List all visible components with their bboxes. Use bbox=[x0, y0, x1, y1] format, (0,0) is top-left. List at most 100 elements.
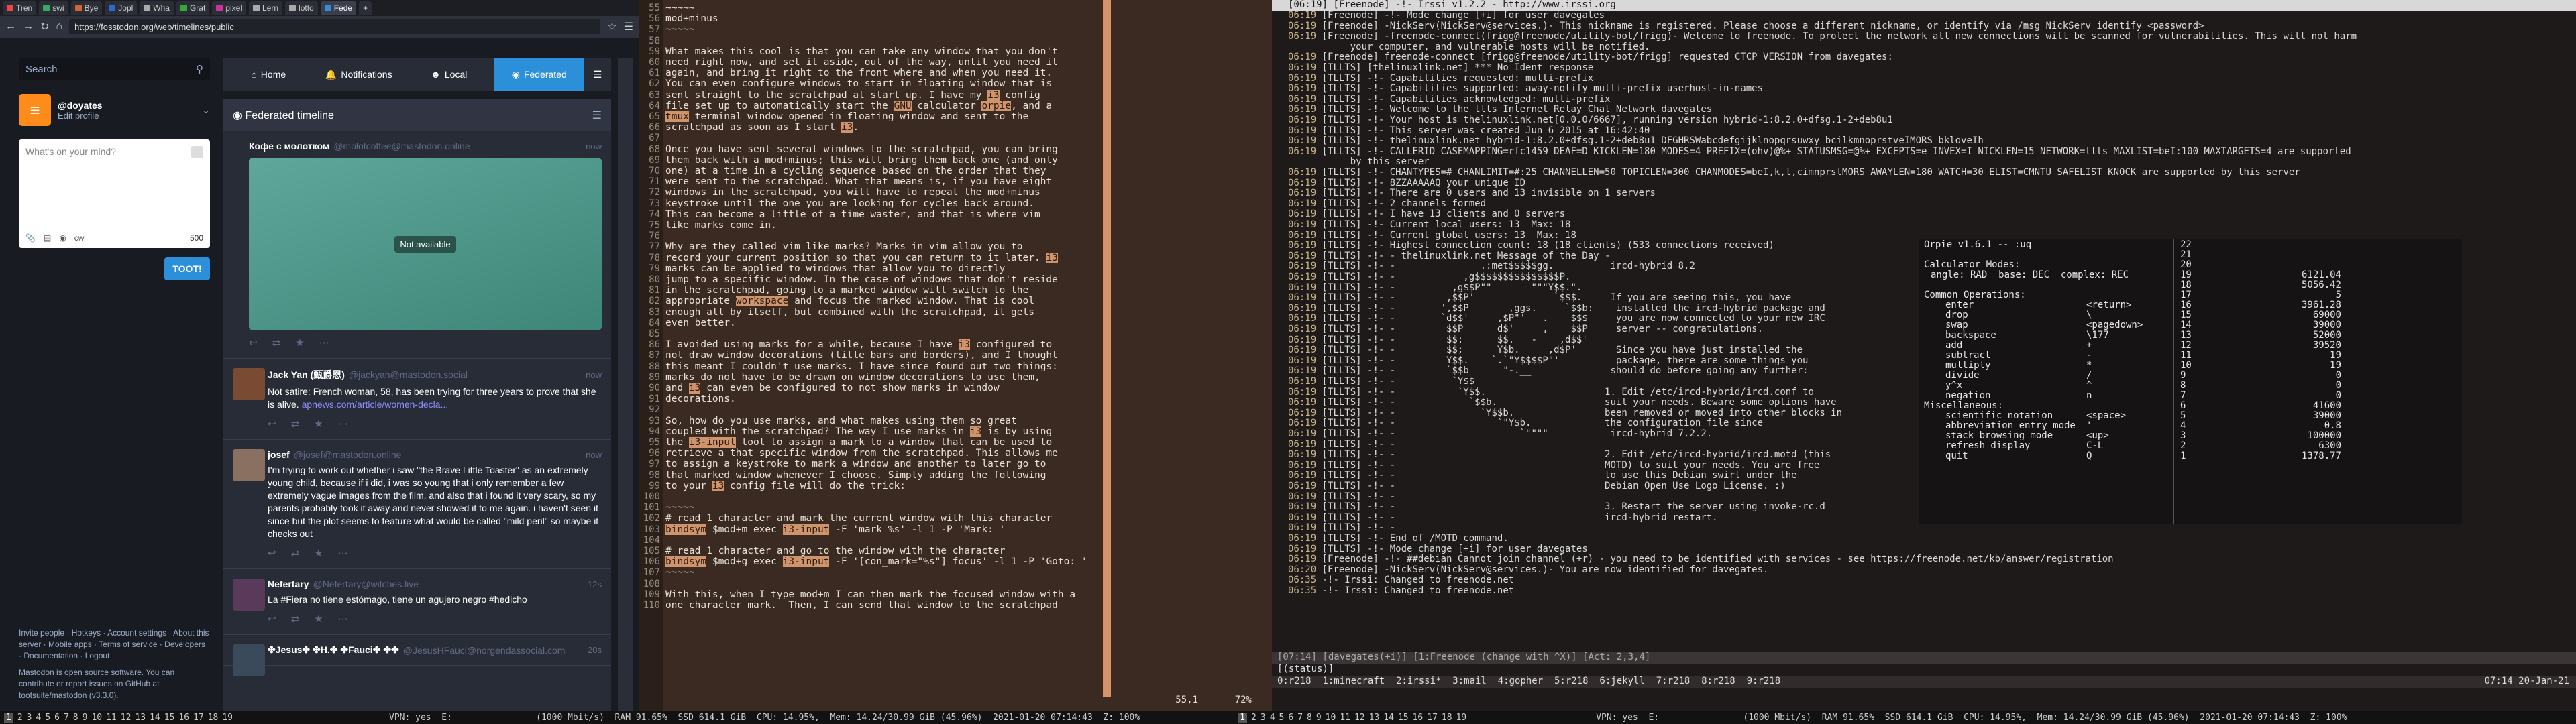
edit-profile-link[interactable]: Edit profile bbox=[58, 111, 195, 121]
status-time[interactable]: 12s bbox=[588, 579, 602, 589]
boost-icon[interactable]: ⇄ bbox=[272, 337, 281, 349]
workspace-button[interactable]: 4 bbox=[36, 713, 41, 723]
browser-tab[interactable]: Jopl bbox=[105, 1, 138, 15]
content-warning-button[interactable]: cw bbox=[74, 233, 85, 243]
boost-icon[interactable]: ⇄ bbox=[291, 418, 300, 430]
tab-notifications[interactable]: 🔔 Notifications bbox=[314, 58, 405, 91]
workspace-button[interactable]: 5 bbox=[1279, 713, 1285, 723]
forward-icon[interactable]: → bbox=[23, 21, 34, 33]
more-icon[interactable]: ⋯ bbox=[338, 418, 348, 430]
poll-icon[interactable]: ▤ bbox=[44, 233, 51, 243]
toot-button[interactable]: TOOT! bbox=[164, 257, 210, 280]
status-time[interactable]: now bbox=[586, 141, 602, 152]
workspace-button[interactable]: 17 bbox=[1427, 713, 1438, 723]
workspace-button[interactable]: 14 bbox=[150, 713, 160, 723]
search-input[interactable]: Search ⚲ bbox=[19, 58, 210, 80]
workspace-button[interactable]: 17 bbox=[193, 713, 204, 723]
workspace-button[interactable]: 2 bbox=[1251, 713, 1256, 723]
workspace-button[interactable]: 3 bbox=[27, 713, 32, 723]
status-time[interactable]: 20s bbox=[588, 645, 602, 655]
new-tab-icon[interactable]: + bbox=[359, 1, 372, 15]
back-icon[interactable]: ← bbox=[5, 21, 16, 33]
profile-name[interactable]: @doyates bbox=[58, 100, 195, 111]
browser-tab[interactable]: lotto bbox=[285, 1, 318, 15]
irssi-prompt[interactable]: [(status)] bbox=[1272, 664, 2576, 676]
workspace-button[interactable]: 6 bbox=[54, 713, 60, 723]
workspace-button[interactable]: 19 bbox=[222, 713, 233, 723]
workspace-button[interactable]: 2 bbox=[17, 713, 23, 723]
status-author[interactable]: Jack Yan (甄爵恩) bbox=[268, 368, 345, 381]
footer-nav[interactable]: Invite people · Hotkeys · Account settin… bbox=[19, 627, 210, 662]
browser-tab[interactable]: pixel bbox=[212, 1, 246, 15]
browser-tab[interactable]: Wha bbox=[140, 1, 174, 15]
hamburger-icon[interactable]: ☰ bbox=[584, 58, 611, 91]
workspace-button[interactable]: 9 bbox=[83, 713, 88, 723]
workspace-button[interactable]: 16 bbox=[178, 713, 189, 723]
attach-icon[interactable]: 📎 bbox=[25, 233, 36, 243]
browser-tab[interactable]: Grat bbox=[176, 1, 210, 15]
chevron-down-icon[interactable]: ⌄ bbox=[202, 105, 210, 116]
status-card[interactable]: ✤Jesus✤ ✤H.✤ ✤Fauci✤ ✤✤ @JesusHFauci@norg… bbox=[223, 635, 611, 676]
browser-tab[interactable]: Tren bbox=[3, 1, 37, 15]
compose-form[interactable]: What's on your mind? 📎 ▤ ◉ cw 500 bbox=[19, 139, 210, 248]
workspace-button[interactable]: 5 bbox=[45, 713, 50, 723]
boost-icon[interactable]: ⇄ bbox=[291, 547, 300, 559]
sliders-icon[interactable]: ☰ bbox=[592, 109, 602, 122]
workspace-button[interactable]: 1 bbox=[4, 712, 13, 723]
workspace-button[interactable]: 11 bbox=[1340, 713, 1350, 723]
workspace-button[interactable]: 16 bbox=[1413, 713, 1424, 723]
tmux-windows[interactable]: 0:r218 1:minecraft 2:irssi* 3:mail 4:gop… bbox=[1277, 676, 1780, 686]
workspace-button[interactable]: 15 bbox=[1398, 713, 1409, 723]
status-card[interactable]: josef @josef@mastodon.online now I'm trying… bbox=[223, 440, 611, 569]
status-link[interactable]: apnews.com/article/women-decla... bbox=[302, 399, 449, 410]
emoji-icon[interactable] bbox=[191, 146, 203, 158]
more-icon[interactable]: ⋯ bbox=[319, 337, 329, 349]
orpie-calculator[interactable]: Orpie v1.6.1 -- :uq Calculator Modes: angl… bbox=[1919, 239, 2462, 524]
workspace-button[interactable]: 7 bbox=[1297, 713, 1303, 723]
more-icon[interactable]: ⋯ bbox=[338, 613, 348, 625]
workspace-button[interactable]: 8 bbox=[1307, 713, 1312, 723]
reply-icon[interactable]: ↩ bbox=[268, 547, 276, 559]
workspace-button[interactable]: 1 bbox=[1238, 712, 1248, 723]
reply-icon[interactable]: ↩ bbox=[249, 337, 258, 349]
browser-tab[interactable]: swi bbox=[39, 1, 68, 15]
workspace-button[interactable]: 11 bbox=[106, 713, 117, 723]
tab-home[interactable]: ⌂ Home bbox=[223, 58, 314, 91]
status-author[interactable]: Nefertary bbox=[268, 579, 309, 589]
workspace-button[interactable]: 12 bbox=[1354, 713, 1365, 723]
workspace-button[interactable]: 3 bbox=[1260, 713, 1266, 723]
tab-federated[interactable]: ◉ Federated bbox=[494, 58, 584, 91]
scrollbar[interactable] bbox=[618, 58, 633, 711]
status-time[interactable]: now bbox=[586, 370, 602, 380]
workspace-button[interactable]: 12 bbox=[121, 713, 131, 723]
workspace-button[interactable]: 15 bbox=[164, 713, 175, 723]
bookmark-star-icon[interactable]: ☆ bbox=[607, 20, 616, 34]
boost-icon[interactable]: ⇄ bbox=[291, 613, 300, 625]
status-author[interactable]: Кофе с молотком bbox=[249, 141, 329, 152]
workspace-button[interactable]: 6 bbox=[1288, 713, 1293, 723]
workspace-button[interactable]: 9 bbox=[1316, 713, 1322, 723]
workspace-button[interactable]: 14 bbox=[1383, 713, 1394, 723]
avatar[interactable]: ≡ bbox=[19, 94, 51, 126]
workspace-button[interactable]: 10 bbox=[1326, 713, 1336, 723]
reload-icon[interactable]: ↻ bbox=[40, 20, 49, 34]
tab-local[interactable]: ☻ Local bbox=[404, 58, 494, 91]
workspace-button[interactable]: 8 bbox=[73, 713, 78, 723]
workspace-button[interactable]: 13 bbox=[135, 713, 146, 723]
workspace-button[interactable]: 4 bbox=[1270, 713, 1275, 723]
globe-icon[interactable]: ◉ bbox=[59, 233, 66, 243]
avatar[interactable] bbox=[233, 368, 265, 400]
favourite-icon[interactable]: ★ bbox=[295, 337, 304, 349]
workspace-button[interactable]: 18 bbox=[1442, 713, 1452, 723]
status-author[interactable]: ✤Jesus✤ ✤H.✤ ✤Fauci✤ ✤✤ bbox=[268, 644, 399, 656]
workspace-button[interactable]: 13 bbox=[1369, 713, 1380, 723]
workspace-button[interactable]: 19 bbox=[1456, 713, 1467, 723]
more-icon[interactable]: ⋯ bbox=[338, 547, 348, 559]
favourite-icon[interactable]: ★ bbox=[314, 418, 323, 430]
workspace-button[interactable]: 7 bbox=[64, 713, 69, 723]
browser-tab[interactable]: Bye bbox=[70, 1, 103, 15]
avatar[interactable] bbox=[233, 449, 265, 481]
media-attachment[interactable]: Not available bbox=[249, 158, 602, 330]
workspace-button[interactable]: 18 bbox=[208, 713, 219, 723]
status-author[interactable]: josef bbox=[268, 449, 290, 460]
